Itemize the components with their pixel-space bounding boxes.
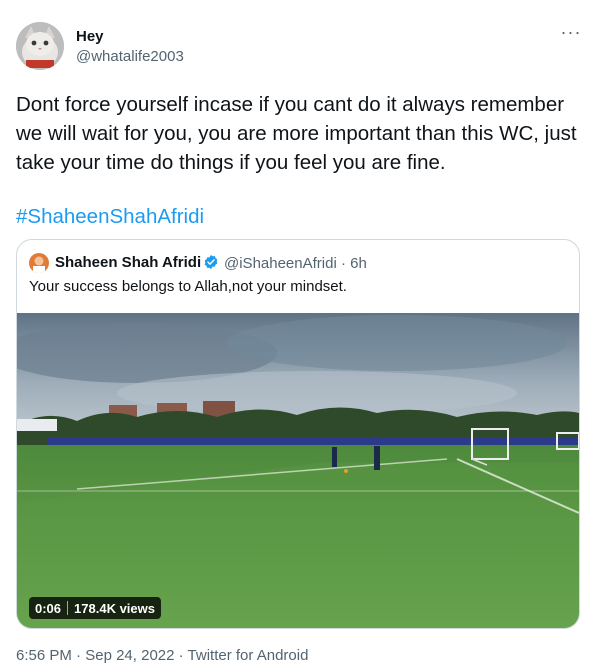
tweet-source[interactable]: Twitter for Android bbox=[188, 647, 309, 664]
tweet-time[interactable]: 6:56 PM bbox=[16, 647, 72, 664]
verified-badge-icon bbox=[203, 254, 219, 270]
cat-avatar-image bbox=[16, 22, 64, 70]
author-handle[interactable]: @whatalife2003 bbox=[76, 48, 184, 65]
more-options-button[interactable]: ··· bbox=[558, 22, 584, 46]
quoted-avatar-image bbox=[29, 253, 49, 273]
video-thumbnail-image bbox=[17, 313, 579, 628]
quoted-tweet-text: Your success belongs to Allah,not your m… bbox=[29, 278, 347, 295]
quoted-author-avatar[interactable] bbox=[29, 253, 49, 273]
more-horizontal-icon: ··· bbox=[560, 22, 582, 42]
video-views: 178.4K views bbox=[74, 600, 155, 616]
quoted-tweet-card[interactable]: Shaheen Shah Afridi @iShaheenAfridi · 6h… bbox=[16, 239, 580, 629]
author-avatar[interactable] bbox=[16, 22, 64, 70]
video-stats-badge: 0:06 178.4K views bbox=[29, 597, 161, 619]
video-duration: 0:06 bbox=[35, 600, 62, 616]
author-display-name[interactable]: Hey bbox=[76, 28, 104, 45]
footer-separator: · bbox=[76, 647, 82, 664]
quoted-author-name[interactable]: Shaheen Shah Afridi bbox=[55, 254, 201, 271]
hashtag-link[interactable]: #ShaheenShahAfridi bbox=[16, 202, 204, 231]
footer-separator: · bbox=[178, 647, 184, 664]
video-player[interactable]: 0:06 178.4K views bbox=[17, 313, 579, 628]
quoted-timestamp[interactable]: 6h bbox=[350, 255, 367, 272]
tweet-text: Dont force yourself incase if you cant d… bbox=[16, 93, 577, 174]
tweet-footer: 6:56 PM · Sep 24, 2022 · Twitter for And… bbox=[16, 647, 308, 664]
meta-separator: · bbox=[340, 255, 346, 272]
tweet-date[interactable]: Sep 24, 2022 bbox=[85, 647, 174, 664]
quoted-author-handle[interactable]: @iShaheenAfridi bbox=[224, 255, 337, 272]
badge-divider bbox=[67, 601, 69, 615]
quoted-meta: @iShaheenAfridi · 6h bbox=[224, 255, 367, 272]
